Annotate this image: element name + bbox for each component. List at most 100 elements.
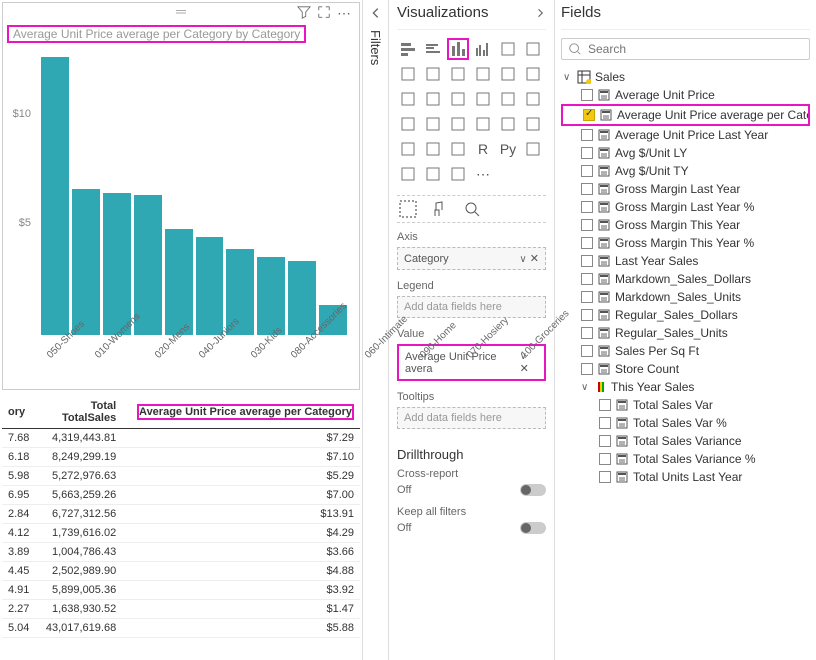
field-checkbox[interactable]: [581, 363, 593, 375]
field-group-header[interactable]: ∨This Year Sales: [561, 378, 810, 396]
viz-key-influencers-icon[interactable]: [522, 138, 544, 160]
chevron-right-icon[interactable]: [534, 7, 546, 19]
viz-gauge-icon[interactable]: [447, 113, 469, 135]
field-item[interactable]: Average Unit Price average per Cate...: [561, 104, 810, 126]
field-checkbox[interactable]: [581, 309, 593, 321]
field-checkbox[interactable]: [581, 291, 593, 303]
tooltips-field[interactable]: Add data fields here: [397, 407, 546, 429]
field-checkbox[interactable]: [599, 453, 611, 465]
keep-filters-toggle[interactable]: [520, 522, 546, 534]
field-item[interactable]: Avg $/Unit TY: [561, 162, 810, 180]
field-item[interactable]: Total Units Last Year: [561, 468, 810, 486]
field-item[interactable]: Sales Per Sq Ft: [561, 342, 810, 360]
field-item[interactable]: Gross Margin This Year: [561, 216, 810, 234]
field-item[interactable]: Gross Margin Last Year %: [561, 198, 810, 216]
more-icon[interactable]: ⋯: [337, 5, 351, 22]
viz-treemap-icon[interactable]: [522, 88, 544, 110]
viz-kpi-icon[interactable]: [522, 113, 544, 135]
axis-field[interactable]: Category∨ ✕: [397, 247, 546, 270]
field-checkbox[interactable]: [581, 237, 593, 249]
field-group-header[interactable]: ∨Sales: [561, 68, 810, 86]
table-row[interactable]: 5.0443,017,619.68$5.88: [2, 619, 360, 638]
field-checkbox[interactable]: [599, 471, 611, 483]
col-header[interactable]: ory: [2, 396, 37, 429]
table-row[interactable]: 5.985,272,976.63$5.29: [2, 467, 360, 486]
viz-filled-map-icon[interactable]: [422, 113, 444, 135]
field-checkbox[interactable]: [581, 183, 593, 195]
viz-clustered-col-icon[interactable]: [472, 38, 494, 60]
viz-waterfall-icon[interactable]: [397, 88, 419, 110]
viz-stacked-area-icon[interactable]: [447, 63, 469, 85]
field-item[interactable]: Regular_Sales_Dollars: [561, 306, 810, 324]
viz-scatter-icon[interactable]: [447, 88, 469, 110]
table-row[interactable]: 4.915,899,005.36$3.92: [2, 581, 360, 600]
col-header[interactable]: Average Unit Price average per Category: [122, 396, 360, 429]
viz-more-icon[interactable]: ⋯: [472, 163, 494, 185]
viz-py-icon[interactable]: Py: [497, 138, 519, 160]
viz-map-icon[interactable]: [397, 113, 419, 135]
bar[interactable]: [165, 229, 193, 335]
field-item[interactable]: Total Sales Var: [561, 396, 810, 414]
bar[interactable]: [72, 189, 100, 335]
table-row[interactable]: 2.271,638,930.52$1.47: [2, 600, 360, 619]
viz-matrix-icon[interactable]: [447, 138, 469, 160]
viz-r-icon[interactable]: R: [472, 138, 494, 160]
focus-icon[interactable]: [317, 5, 331, 19]
field-checkbox[interactable]: [581, 129, 593, 141]
field-checkbox[interactable]: [599, 399, 611, 411]
field-item[interactable]: Average Unit Price: [561, 86, 810, 104]
filter-icon[interactable]: [297, 5, 311, 19]
field-item[interactable]: Store Count: [561, 360, 810, 378]
viz-table-icon[interactable]: [422, 138, 444, 160]
field-item[interactable]: Total Sales Variance: [561, 432, 810, 450]
bar[interactable]: [257, 257, 285, 335]
cross-report-toggle[interactable]: [520, 484, 546, 496]
viz-pie-icon[interactable]: [472, 88, 494, 110]
chart-visual[interactable]: ═ ⋯ Average Unit Price average per Categ…: [2, 2, 360, 390]
bar[interactable]: [288, 261, 316, 335]
viz-stacked-bar-100-icon[interactable]: [497, 38, 519, 60]
search-input[interactable]: [588, 42, 803, 56]
legend-field[interactable]: Add data fields here: [397, 296, 546, 318]
viz-donut-icon[interactable]: [497, 88, 519, 110]
field-item[interactable]: Markdown_Sales_Dollars: [561, 270, 810, 288]
field-checkbox[interactable]: [581, 201, 593, 213]
table-row[interactable]: 2.846,727,312.56$13.91: [2, 505, 360, 524]
table-visual[interactable]: ory TotalTotalSales Average Unit Price a…: [2, 396, 360, 656]
table-row[interactable]: 6.188,249,299.19$7.10: [2, 448, 360, 467]
viz-line-col-icon[interactable]: [472, 63, 494, 85]
viz-card-icon[interactable]: [472, 113, 494, 135]
fields-tab-icon[interactable]: [399, 200, 417, 218]
field-item[interactable]: Avg $/Unit LY: [561, 144, 810, 162]
field-checkbox[interactable]: [583, 109, 595, 121]
viz-funnel-icon[interactable]: [422, 88, 444, 110]
fields-search[interactable]: [561, 38, 810, 60]
table-row[interactable]: 7.684,319,443.81$7.29: [2, 429, 360, 448]
field-item[interactable]: Gross Margin Last Year: [561, 180, 810, 198]
field-checkbox[interactable]: [581, 147, 593, 159]
field-checkbox[interactable]: [599, 417, 611, 429]
table-row[interactable]: 4.121,739,616.02$4.29: [2, 524, 360, 543]
viz-area-icon[interactable]: [422, 63, 444, 85]
field-item[interactable]: Regular_Sales_Units: [561, 324, 810, 342]
field-item[interactable]: Gross Margin This Year %: [561, 234, 810, 252]
bar[interactable]: [196, 237, 224, 335]
table-row[interactable]: 3.891,004,786.43$3.66: [2, 543, 360, 562]
field-item[interactable]: Markdown_Sales_Units: [561, 288, 810, 306]
analytics-tab-icon[interactable]: [463, 200, 481, 218]
field-item[interactable]: Last Year Sales: [561, 252, 810, 270]
viz-line-col2-icon[interactable]: [497, 63, 519, 85]
field-item[interactable]: Average Unit Price Last Year: [561, 126, 810, 144]
viz-clustered-bar-icon[interactable]: [422, 38, 444, 60]
field-checkbox[interactable]: [599, 435, 611, 447]
bar[interactable]: [41, 57, 69, 335]
viz-decomp-icon[interactable]: [397, 163, 419, 185]
field-checkbox[interactable]: [581, 219, 593, 231]
viz-multi-card-icon[interactable]: [497, 113, 519, 135]
table-row[interactable]: 6.955,663,259.26$7.00: [2, 486, 360, 505]
format-tab-icon[interactable]: [431, 200, 449, 218]
field-checkbox[interactable]: [581, 273, 593, 285]
col-header[interactable]: TotalTotalSales: [37, 396, 123, 429]
field-checkbox[interactable]: [581, 89, 593, 101]
field-checkbox[interactable]: [581, 255, 593, 267]
